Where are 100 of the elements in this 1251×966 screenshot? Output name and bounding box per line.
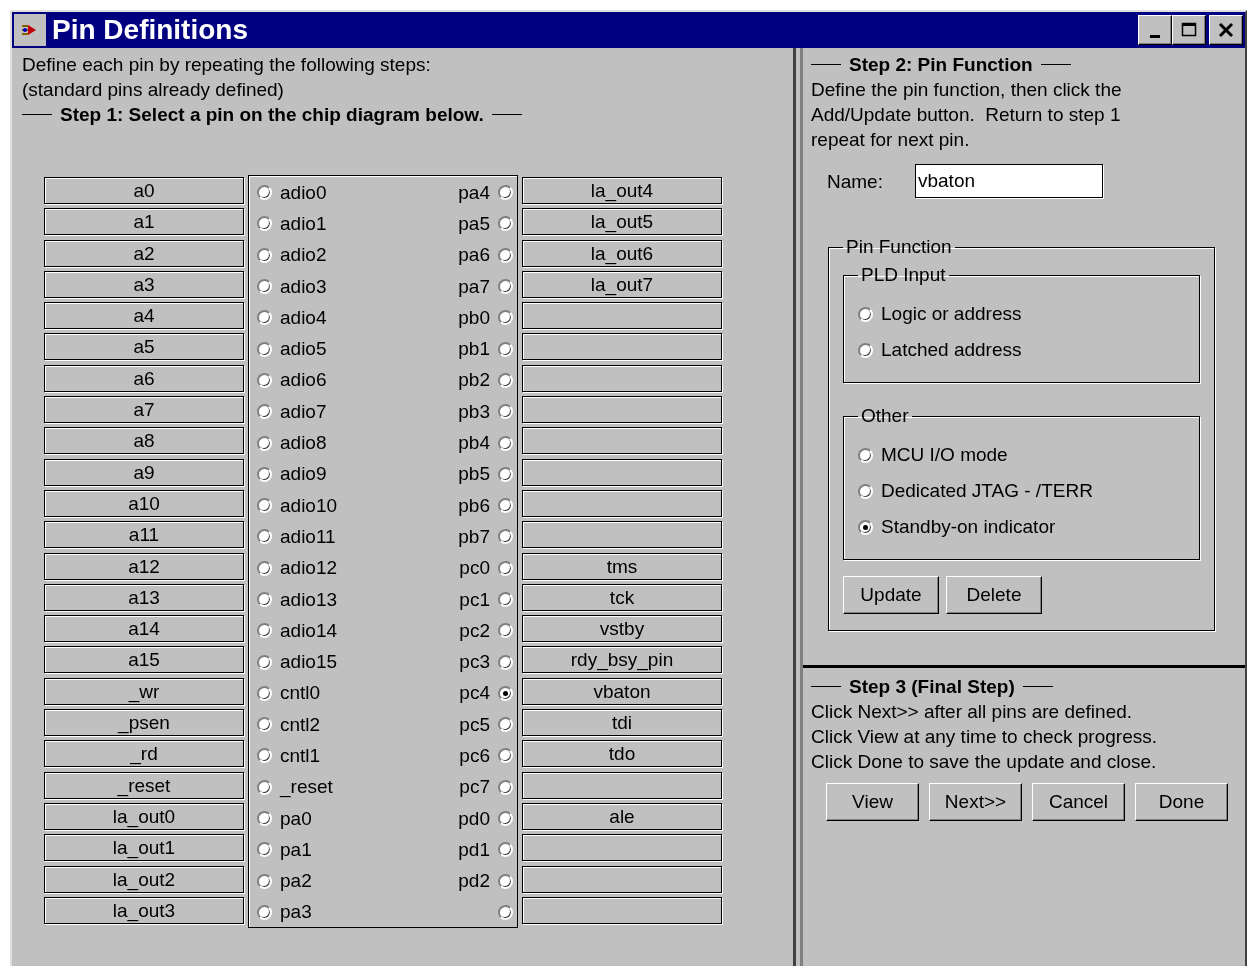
pin-label-field[interactable]: _rd [44,740,244,768]
radio-button[interactable] [858,447,873,463]
radio-button[interactable] [858,306,873,322]
radio-button[interactable] [498,654,513,670]
pin-label-field[interactable]: la_out2 [44,865,244,893]
radio-button[interactable] [498,247,513,263]
pin-label-field[interactable]: tdi [522,709,722,737]
action-button[interactable]: View [826,783,919,821]
radio-button[interactable] [257,498,272,514]
radio-button[interactable] [498,185,513,201]
app-icon[interactable] [14,14,46,46]
radio-button[interactable] [498,466,513,482]
radio-button[interactable] [257,717,272,733]
pin-label-field[interactable]: a1 [44,208,244,236]
radio-button[interactable] [498,279,513,295]
radio-button[interactable] [498,529,513,545]
pin-label-field[interactable]: vstby [522,615,722,643]
radio-button[interactable] [498,748,513,764]
pin-label-field[interactable]: a5 [44,333,244,361]
maximize-button[interactable] [1172,15,1206,45]
radio-button[interactable] [257,529,272,545]
pin-label-field[interactable]: la_out3 [44,896,244,924]
action-button[interactable]: Next>> [929,783,1022,821]
pin-label-field[interactable]: a7 [44,396,244,424]
pin-label-field[interactable]: a9 [44,458,244,486]
pin-label-field[interactable]: la_out1 [44,834,244,862]
pin-label-field[interactable]: la_out6 [522,239,722,267]
radio-button[interactable] [257,404,272,420]
pin-label-field[interactable]: a14 [44,615,244,643]
radio-button[interactable] [257,873,272,889]
radio-button[interactable] [257,904,272,920]
pin-label-field[interactable] [522,364,722,392]
action-button[interactable]: Cancel [1032,783,1125,821]
radio-button[interactable] [498,717,513,733]
radio-button[interactable] [257,341,272,357]
pin-label-field[interactable]: rdy_bsy_pin [522,646,722,674]
action-button[interactable]: Update [843,576,939,614]
pin-label-field[interactable]: la_out5 [522,208,722,236]
pin-label-field[interactable]: tdo [522,740,722,768]
radio-button[interactable] [257,623,272,639]
radio-button[interactable] [498,341,513,357]
radio-button[interactable] [858,519,873,535]
pin-label-field[interactable]: a2 [44,239,244,267]
radio-button[interactable] [498,842,513,858]
radio-button[interactable] [257,310,272,326]
pin-label-field[interactable]: a4 [44,302,244,330]
radio-button[interactable] [498,811,513,827]
pin-label-field[interactable]: _psen [44,709,244,737]
radio-button[interactable] [257,748,272,764]
pin-label-field[interactable]: _reset [44,771,244,799]
radio-button[interactable] [257,279,272,295]
radio-button[interactable] [257,592,272,607]
pin-label-field[interactable] [522,865,722,893]
radio-button[interactable] [257,842,272,858]
radio-button[interactable] [498,216,513,232]
action-button[interactable]: Delete [946,576,1042,614]
radio-button[interactable] [257,811,272,827]
action-button[interactable]: Done [1135,783,1228,821]
minimize-button[interactable] [1138,15,1172,45]
radio-button[interactable] [257,685,272,701]
pin-label-field[interactable] [522,333,722,361]
pin-label-field[interactable] [522,489,722,517]
radio-button[interactable] [257,466,272,482]
radio-button[interactable] [498,685,513,701]
pin-label-field[interactable]: tms [522,552,722,580]
pin-label-field[interactable] [522,427,722,455]
pin-label-field[interactable] [522,521,722,549]
radio-button[interactable] [257,372,272,388]
pin-label-field[interactable] [522,458,722,486]
radio-button[interactable] [498,498,513,514]
pin-label-field[interactable]: a12 [44,552,244,580]
pin-label-field[interactable]: _wr [44,677,244,705]
pin-label-field[interactable]: la_out4 [522,177,722,204]
radio-button[interactable] [257,435,272,451]
pin-label-field[interactable] [522,396,722,424]
radio-button[interactable] [498,404,513,420]
close-button[interactable] [1209,15,1243,45]
radio-button[interactable] [257,779,272,795]
radio-button[interactable] [498,592,513,607]
radio-button[interactable] [257,560,272,576]
radio-button[interactable] [498,873,513,889]
pin-label-field[interactable]: vbaton [522,677,722,705]
pin-label-field[interactable]: la_out7 [522,270,722,298]
name-field[interactable]: vbaton [914,164,1103,198]
radio-button[interactable] [498,435,513,451]
radio-button[interactable] [498,372,513,388]
radio-button[interactable] [858,342,873,358]
pin-label-field[interactable]: tck [522,583,722,611]
pin-label-field[interactable] [522,834,722,862]
pin-label-field[interactable]: a11 [44,521,244,549]
pin-label-field[interactable]: a6 [44,364,244,392]
pin-label-field[interactable] [522,302,722,330]
radio-button[interactable] [257,654,272,670]
pin-label-field[interactable] [522,896,722,924]
pin-label-field[interactable]: la_out0 [44,802,244,830]
radio-button[interactable] [257,216,272,232]
pin-label-field[interactable]: ale [522,802,722,830]
pin-label-field[interactable]: a3 [44,270,244,298]
radio-button[interactable] [257,247,272,263]
radio-button[interactable] [257,185,272,201]
